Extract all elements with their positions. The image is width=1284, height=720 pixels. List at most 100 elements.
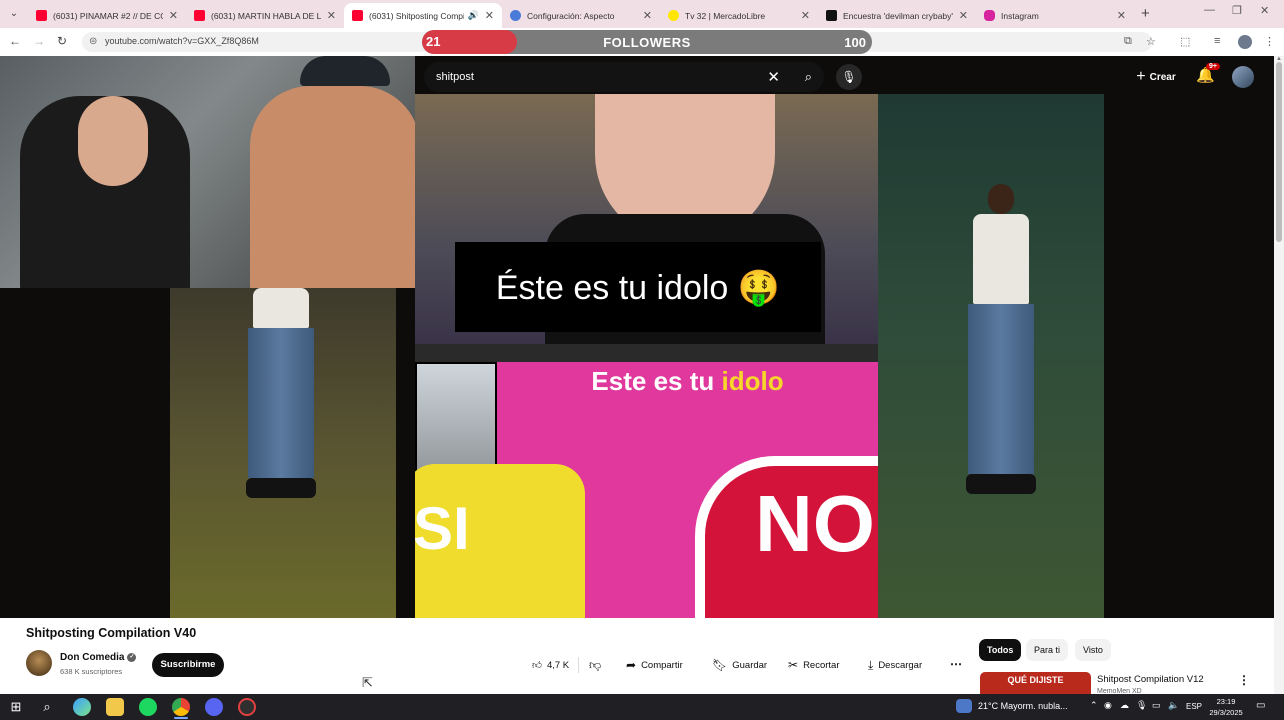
browser-tab[interactable]: (6031) PINAMAR #2 // DE COM ✕ <box>28 3 186 28</box>
microphone-icon[interactable]: 🎙 <box>1136 700 1147 711</box>
obs-app-icon[interactable] <box>238 698 256 716</box>
scissors-icon: ✂ <box>788 658 799 672</box>
url-text: youtube.com/watch?v=GXX_Zf8Q86M <box>105 36 259 46</box>
channel-avatar[interactable] <box>26 650 52 676</box>
youtube-search-box[interactable]: shitpost ✕ ⌕ <box>424 62 824 92</box>
close-window-icon[interactable]: ✕ <box>1260 4 1269 17</box>
notifications-bell-icon[interactable]: 🔔 9+ <box>1196 63 1220 84</box>
tray-expand-icon[interactable]: ⌃ <box>1090 700 1098 711</box>
instagram-favicon-icon <box>984 10 995 21</box>
close-tab-icon[interactable]: ✕ <box>485 9 494 22</box>
browser-tab-active[interactable]: (6031) Shitposting Compila 🔊 ✕ <box>344 3 502 28</box>
cast-icon[interactable]: ⧉ <box>1124 35 1132 48</box>
tab-search-icon[interactable]: ⌄ <box>6 6 22 22</box>
no-button-graphic: NO <box>695 456 878 618</box>
page-scrollbar[interactable]: ▲ <box>1274 56 1284 694</box>
yes-label: SI <box>415 495 470 562</box>
tab-title: Instagram <box>1001 10 1039 21</box>
youtube-favicon-icon <box>194 10 205 21</box>
forward-icon[interactable]: → <box>33 34 45 48</box>
dislike-button[interactable]: 👎︎ <box>579 658 601 673</box>
minimize-icon[interactable]: — <box>1204 4 1215 16</box>
file-explorer-icon[interactable] <box>106 698 124 716</box>
recommendation-title[interactable]: Shitpost Compilation V12 <box>1097 674 1204 685</box>
close-tab-icon[interactable]: ✕ <box>169 9 178 22</box>
like-button[interactable]: 👍︎ 4,7 K <box>522 659 578 672</box>
download-label: Descargar <box>878 659 923 671</box>
browser-tab[interactable]: (6031) MARTIN HABLA DE LOS ✕ <box>186 3 344 28</box>
edge-app-icon[interactable] <box>73 698 91 716</box>
chrome-app-icon[interactable] <box>172 698 190 716</box>
browser-tab[interactable]: Instagram ✕ <box>976 3 1134 28</box>
yes-button-graphic: SI <box>415 464 585 618</box>
tab-title: (6031) MARTIN HABLA DE LOS <box>211 10 321 21</box>
close-tab-icon[interactable]: ✕ <box>959 9 968 22</box>
profile-avatar-icon[interactable] <box>1238 35 1252 49</box>
download-icon: ⤓ <box>868 657 874 672</box>
scrollbar-thumb[interactable] <box>1276 62 1282 242</box>
active-app-indicator <box>174 717 188 719</box>
tiktok-favicon-icon <box>826 10 837 21</box>
reload-icon[interactable]: ↻ <box>57 34 67 48</box>
youtube-account-avatar[interactable] <box>1232 66 1254 88</box>
game-character-figure <box>236 288 326 498</box>
recommendation-thumbnail[interactable]: QUÉ DIJISTE <box>980 672 1091 694</box>
close-tab-icon[interactable]: ✕ <box>801 9 810 22</box>
onedrive-icon[interactable]: ☁ <box>1120 700 1129 711</box>
close-tab-icon[interactable]: ✕ <box>1117 9 1126 22</box>
browser-tab[interactable]: Configuración: Aspecto ✕ <box>502 3 660 28</box>
channel-name[interactable]: Don Comedia ✓ <box>60 652 137 663</box>
video-gameplay-left <box>170 288 396 618</box>
channel-name-text[interactable]: Don Comedia <box>60 652 124 663</box>
weather-icon[interactable] <box>956 699 972 713</box>
thumbs-down-icon: 👎︎ <box>589 657 602 672</box>
close-tab-icon[interactable]: ✕ <box>643 9 652 22</box>
search-icon[interactable]: ⌕ <box>805 69 812 85</box>
download-button[interactable]: ⤓ Descargar <box>860 653 931 677</box>
clock[interactable]: 23:19 29/3/2025 <box>1206 696 1246 718</box>
windows-start-icon[interactable]: ⊞ <box>7 698 25 716</box>
clear-search-icon[interactable]: ✕ <box>767 68 780 86</box>
clock-time: 23:19 <box>1216 697 1236 706</box>
spotify-app-icon[interactable] <box>139 698 157 716</box>
taskbar-search-icon[interactable]: ⌕ <box>38 698 56 716</box>
network-icon[interactable]: ▭ <box>1152 700 1161 711</box>
search-input[interactable]: shitpost <box>436 71 474 83</box>
back-icon[interactable]: ← <box>9 34 21 48</box>
mercadolibre-favicon-icon <box>668 10 679 21</box>
chip-todos[interactable]: Todos <box>979 639 1022 661</box>
clip-button[interactable]: ✂ Recortar <box>780 653 848 677</box>
recommendation-menu-icon[interactable]: ⋮ <box>1238 673 1250 687</box>
chrome-menu-icon[interactable]: ⋮ <box>1264 35 1275 48</box>
windows-taskbar: ⊞ ⌕ 21°C Mayorm. nubla... ⌃ ◉ ☁ 🎙 ▭ 🔈 ES… <box>0 694 1284 720</box>
webcam-cap <box>300 56 390 86</box>
extensions-icon[interactable]: ⬚ <box>1180 35 1190 48</box>
more-actions-icon[interactable]: ⋯ <box>946 655 966 675</box>
create-button[interactable]: + Crear <box>1126 66 1186 88</box>
media-controls-icon[interactable]: ≡ <box>1214 35 1220 47</box>
tray-app-icon[interactable]: ◉ <box>1104 700 1112 711</box>
voice-search-icon[interactable]: 🎙 <box>836 64 862 90</box>
subscribe-button[interactable]: Suscribirme <box>152 653 224 677</box>
clip-label: Recortar <box>803 659 840 671</box>
video-player[interactable]: Éste es tu idolo 🤑 Este es tu idolo SI N… <box>0 56 1274 618</box>
save-button[interactable]: 🔖︎ Guardar <box>704 653 776 677</box>
browser-tab[interactable]: Encuestra 'devilman crybaby' ✕ <box>818 3 976 28</box>
language-indicator[interactable]: ESP <box>1186 702 1202 711</box>
discord-app-icon[interactable] <box>205 698 223 716</box>
speaker-icon[interactable]: 🔊 <box>468 10 479 21</box>
browser-tab[interactable]: Tv 32 | MercadoLibre ✕ <box>660 3 818 28</box>
site-info-icon[interactable]: ⊜ <box>89 36 97 47</box>
notification-center-icon[interactable]: ▭ <box>1256 700 1265 711</box>
restore-icon[interactable]: ❐ <box>1232 4 1242 17</box>
close-tab-icon[interactable]: ✕ <box>327 9 336 22</box>
volume-icon[interactable]: 🔈 <box>1168 700 1179 711</box>
weather-text[interactable]: 21°C Mayorm. nubla... <box>978 701 1068 711</box>
chip-para-ti[interactable]: Para ti <box>1026 639 1069 661</box>
share-button[interactable]: ➦ Compartir <box>618 653 691 677</box>
bookmark-star-icon[interactable]: ☆ <box>1146 35 1156 48</box>
share-label: Compartir <box>641 659 683 671</box>
youtube-favicon-icon <box>352 10 363 21</box>
new-tab-icon[interactable]: + <box>1141 5 1150 22</box>
chip-visto[interactable]: Visto <box>1075 639 1111 661</box>
